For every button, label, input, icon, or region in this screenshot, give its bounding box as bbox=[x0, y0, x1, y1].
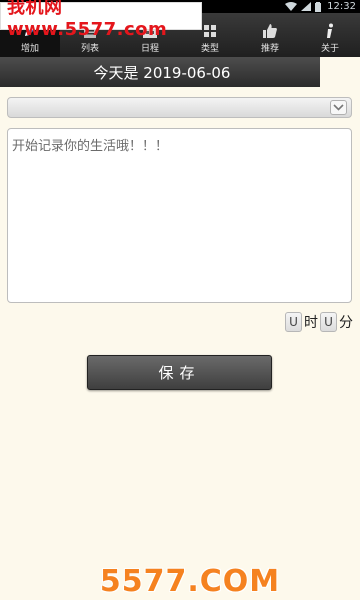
minute-field[interactable]: U bbox=[320, 312, 337, 332]
thumbs-up-icon bbox=[262, 23, 278, 39]
tab-label: 增加 bbox=[20, 44, 39, 54]
tab-label: 列表 bbox=[80, 44, 99, 54]
battery-icon bbox=[315, 1, 322, 12]
time-picker: U 时 U 分 bbox=[285, 311, 353, 333]
save-button[interactable]: 保存 bbox=[87, 355, 272, 390]
minute-unit-label: 分 bbox=[339, 315, 353, 331]
tab-label: 类型 bbox=[200, 44, 219, 54]
watermark-bottom: 5577.COM bbox=[99, 564, 281, 599]
chevron-down-icon[interactable] bbox=[330, 100, 347, 115]
hour-unit-label: 时 bbox=[304, 315, 318, 331]
wifi-icon bbox=[285, 2, 298, 11]
status-icons: 12:32 bbox=[285, 0, 356, 13]
status-time: 12:32 bbox=[327, 1, 356, 12]
type-select[interactable] bbox=[7, 97, 352, 118]
tab-recommend[interactable]: 推荐 bbox=[240, 13, 300, 57]
watermark-logo: 我机网 www.5577.com bbox=[0, 0, 202, 40]
note-input[interactable] bbox=[7, 128, 352, 303]
tab-label: 推荐 bbox=[260, 44, 279, 54]
tab-label: 关于 bbox=[320, 44, 339, 54]
info-icon bbox=[322, 23, 338, 39]
hour-field[interactable]: U bbox=[285, 312, 302, 332]
tab-label: 日程 bbox=[140, 44, 159, 54]
date-header: 今天是 2019-06-06 bbox=[0, 57, 320, 87]
signal-icon bbox=[301, 2, 312, 11]
tab-about[interactable]: 关于 bbox=[300, 13, 360, 57]
grid-icon bbox=[202, 23, 218, 39]
